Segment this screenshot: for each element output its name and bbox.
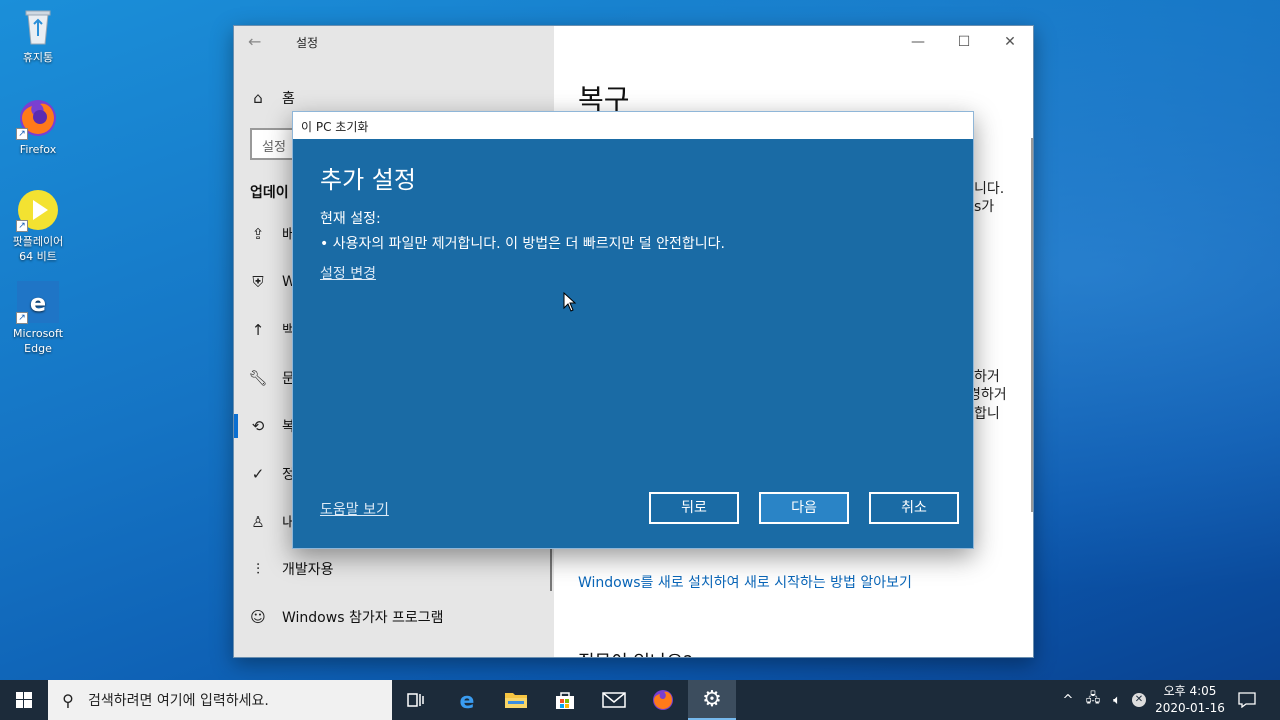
task-view-button[interactable] [392,680,440,720]
folder-icon [505,693,527,708]
search-icon: ⚲ [62,690,74,710]
partial-text: s가 [974,199,995,215]
desktop-icon-label: 팟플레이어 64 비트 [12,235,64,263]
partial-text: 니다. [974,181,1005,197]
show-hidden-icons-button[interactable]: ^ [1058,680,1078,720]
task-view-icon [407,693,424,707]
partial-text: 합니 [974,406,1000,422]
nav-section-heading: 업데이 [250,185,289,201]
shortcut-arrow-icon: ↗ [16,128,28,140]
action-center-button[interactable] [1232,680,1262,720]
dialog-heading: 추가 설정 [320,166,416,194]
taskbar-clock[interactable]: 오후 4:05 2020-01-16 [1150,683,1230,717]
close-button[interactable]: ✕ [987,30,1033,54]
nav-item-label: 개발자용 [282,562,334,578]
minimize-button[interactable]: — [895,30,941,54]
delivery-icon: ⇪ [251,225,265,243]
maximize-button[interactable]: ☐ [941,30,987,54]
shield-icon: ⛨ [252,273,264,291]
dialog-titlebar: 이 PC 초기화 [293,112,973,139]
network-icon: 🖧︎ [1085,691,1101,706]
backup-arrow-icon: ↑ [251,321,265,339]
nav-scrollbar[interactable] [550,546,552,591]
content-scrollbar[interactable] [1031,138,1033,512]
current-setting-item: • 사용자의 파일만 제거합니다. 이 방법은 더 빠르지만 덜 안전합니다. [320,236,725,252]
wrench-icon: 🔧︎ [248,369,268,387]
svg-text:e: e [460,689,475,712]
store-bag-icon [556,692,574,709]
change-settings-link[interactable]: 설정 변경 [320,263,376,283]
taskbar-store[interactable] [541,680,589,720]
mouse-cursor-icon [563,292,577,312]
nav-home-label: 홈 [282,91,295,107]
nav-item-developer[interactable]: ⫶ 개발자용 [234,549,554,589]
tray-status-button[interactable]: ✕ [1129,680,1149,720]
start-button[interactable] [0,680,48,720]
close-circle-icon: ✕ [1132,693,1146,707]
nav-item-label: Windows 참가자 프로그램 [282,610,444,626]
back-arrow-icon[interactable]: ← [248,32,261,51]
taskbar-mail[interactable] [590,680,638,720]
desktop-icon-label: 휴지통 [22,51,54,64]
window-title: 설정 [296,36,319,50]
desktop-icon-label: Firefox [19,143,57,156]
insider-cat-icon: ☺ [250,608,266,626]
gear-icon: ⚙ [702,686,722,712]
taskbar-settings[interactable]: ⚙ [688,680,736,720]
taskbar-firefox[interactable] [639,680,687,720]
network-button[interactable]: 🖧︎ [1082,680,1104,720]
edge-icon: e [460,689,475,712]
chevron-up-icon: ^ [1062,692,1074,708]
taskbar-search-box[interactable]: ⚲ 검색하려면 여기에 입력하세요. [48,680,392,720]
firefox-icon: ↗ [16,96,60,140]
shortcut-arrow-icon: ↗ [16,312,28,324]
speaker-icon: 🔈︎ [1113,692,1121,708]
reset-pc-dialog: 이 PC 초기화 추가 설정 현재 설정: • 사용자의 파일만 제거합니다. … [292,111,974,549]
desktop-icon-firefox[interactable]: ↗ Firefox [0,96,76,157]
recovery-icon: ⟲ [251,417,265,435]
desktop-icon-edge[interactable]: e ↗ Microsoft Edge [0,280,76,356]
desktop-icon-recycle-bin[interactable]: 휴지통 [0,4,76,65]
recycle-bin-icon [16,4,60,48]
shortcut-arrow-icon: ↗ [16,220,28,232]
search-placeholder: 설정 [262,140,286,155]
taskbar-edge[interactable]: e [443,680,491,720]
desktop-icon-potplayer[interactable]: ↗ 팟플레이어 64 비트 [0,188,76,264]
current-settings-label: 현재 설정: [320,211,381,227]
desktop-icon-label: Microsoft Edge [12,327,64,355]
reinstall-windows-link[interactable]: Windows를 새로 설치하여 새로 시작하는 방법 알아보기 [578,572,912,592]
clock-time: 오후 4:05 [1163,684,1217,698]
edge-icon: e ↗ [16,280,60,324]
taskbar-file-explorer[interactable] [492,680,540,720]
developer-tools-icon: ⫶ [256,560,260,578]
settings-titlebar: ← 설정 — ☐ ✕ [234,26,1033,58]
taskbar: ⚲ 검색하려면 여기에 입력하세요. e ⚙ ^ 🖧︎ 🔈︎ ✕ 오후 4:05… [0,680,1280,720]
clock-date: 2020-01-16 [1155,701,1225,715]
mail-icon [602,692,626,708]
svg-text:e: e [30,289,46,317]
help-link[interactable]: 도움말 보기 [320,499,389,519]
notification-icon [1238,692,1256,708]
partial-text: 하거 [974,369,1000,385]
questions-heading: 질문이 있나요? [578,648,693,657]
home-icon: ⌂ [253,89,263,107]
taskbar-search-placeholder: 검색하려면 여기에 입력하세요. [88,693,269,709]
back-button[interactable]: 뒤로 [649,492,739,524]
dialog-title: 이 PC 초기화 [301,120,369,134]
next-button[interactable]: 다음 [759,492,849,524]
cancel-button[interactable]: 취소 [869,492,959,524]
check-circle-icon: ✓ [251,465,265,483]
windows-logo-icon [16,692,32,708]
potplayer-icon: ↗ [16,188,60,232]
firefox-icon [653,690,673,710]
volume-button[interactable]: 🔈︎ [1106,680,1128,720]
person-icon: ♙ [251,513,265,531]
nav-item-insider[interactable]: ☺ Windows 참가자 프로그램 [234,597,554,637]
